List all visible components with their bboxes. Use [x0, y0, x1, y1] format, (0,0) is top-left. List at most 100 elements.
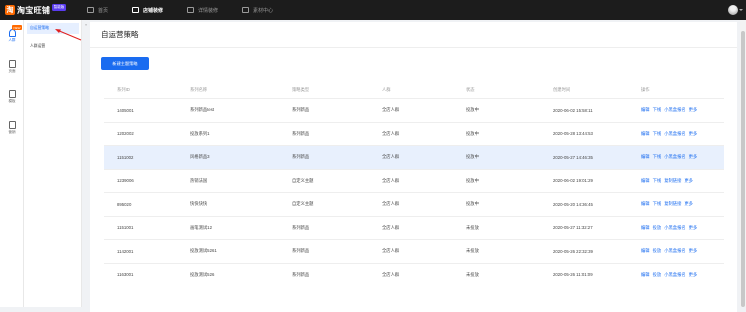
- action-link[interactable]: 更多: [684, 178, 693, 184]
- cell-crowd: 全店人群: [382, 224, 400, 230]
- cell-crowd: 全店人群: [382, 201, 400, 207]
- action-link[interactable]: 编辑: [641, 107, 650, 113]
- action-link[interactable]: 更多: [689, 154, 698, 160]
- rail-item-marketing[interactable]: 营销: [0, 121, 24, 135]
- action-link[interactable]: 投放: [653, 248, 662, 254]
- table-row[interactable]: 895020 快快快快 自定义主题 全店人群 投放中 2020-05-20 14:36:4…: [104, 192, 724, 216]
- table-header: 系列ID 系列名称 策略类型 人群 状态 创建时间 操作: [104, 81, 724, 98]
- cell-crowd: 全店人群: [382, 130, 400, 136]
- rail-label: 人群: [8, 38, 16, 42]
- subnav-item-crowd-operation[interactable]: 人群运营: [27, 41, 79, 52]
- cell-status: 投放中: [466, 154, 479, 160]
- cell-status: 投放中: [466, 177, 479, 183]
- home-icon: [87, 7, 94, 13]
- cell-time: 2020-05-26 11:01:09: [553, 272, 593, 278]
- topnav-material-center[interactable]: 素材中心: [242, 7, 273, 14]
- action-link[interactable]: 复制链接: [664, 201, 681, 207]
- action-link[interactable]: 更多: [689, 248, 698, 254]
- cell-time: 2020-05-27 14:46:35: [553, 154, 593, 160]
- action-link[interactable]: 复制链接: [664, 178, 681, 184]
- topnav-label: 首页: [98, 7, 109, 14]
- action-link[interactable]: 编辑: [641, 272, 650, 278]
- avatar[interactable]: [728, 5, 738, 15]
- cell-actions: 编辑 下线 小黑盒报名 更多: [641, 146, 700, 169]
- cell-time: 2020-05-27 11:32:27: [553, 225, 593, 231]
- action-link[interactable]: 更多: [689, 225, 698, 231]
- action-link[interactable]: 小黑盒报名: [664, 154, 685, 160]
- action-link[interactable]: 编辑: [641, 225, 650, 231]
- header-type: 策略类型: [292, 86, 310, 92]
- table-row[interactable]: 1239006 热销法国 自定义主题 全店人群 投放中 2020-06-02 19:01:…: [104, 168, 724, 193]
- cell-type: 系列新品: [292, 130, 310, 136]
- action-link[interactable]: 小黑盒报名: [664, 248, 685, 254]
- rail-item-crowd[interactable]: NEW 人群: [0, 25, 24, 43]
- action-link[interactable]: 更多: [689, 107, 698, 113]
- cell-status: 未投放: [466, 224, 479, 230]
- cell-crowd: 全店人群: [382, 107, 400, 113]
- action-link[interactable]: 更多: [689, 272, 698, 278]
- cell-crowd: 全店人群: [382, 154, 400, 160]
- table-row[interactable]: 1151001 画笔测试12 系列新品 全店人群 未投放 2020-05-27 11:32…: [104, 215, 724, 240]
- folder-icon: [242, 7, 250, 13]
- cell-name: 系列新品test: [190, 107, 215, 113]
- action-link[interactable]: 下线: [653, 178, 662, 184]
- topnav-label: 店铺装修: [143, 7, 164, 14]
- cell-id: 1239006: [117, 178, 134, 184]
- cell-type: 系列新品: [292, 107, 310, 113]
- cell-status: 未投放: [466, 271, 479, 277]
- new-strategy-button[interactable]: 新建主题策略: [101, 57, 149, 70]
- rail-item-page[interactable]: 页面: [0, 60, 24, 74]
- cell-actions: 编辑 投放 小黑盒报名 更多: [641, 240, 700, 263]
- topnav-label: 详情装修: [198, 7, 219, 14]
- logo-text: 淘宝旺铺: [17, 5, 51, 15]
- action-link[interactable]: 编辑: [641, 201, 650, 207]
- rail-item-template[interactable]: 模板: [0, 90, 24, 104]
- topnav-shop-decoration[interactable]: 店铺装修: [132, 7, 163, 14]
- action-link[interactable]: 小黑盒报名: [664, 272, 685, 278]
- cell-id: 1142001: [117, 248, 134, 254]
- cell-actions: 编辑 下线 小黑盒报名 更多: [641, 99, 700, 122]
- edition-badge: 智能版: [52, 3, 66, 11]
- cell-crowd: 全店人群: [382, 177, 400, 183]
- cell-id: 1151002: [117, 154, 134, 160]
- chevron-down-icon[interactable]: [739, 9, 743, 11]
- cell-name: 风格新品3: [190, 154, 210, 160]
- table-row[interactable]: 1151002 风格新品3 系列新品 全店人群 投放中 2020-05-27 14:46:…: [104, 145, 724, 169]
- action-link[interactable]: 下线: [653, 201, 662, 207]
- cell-time: 2020-06-02 19:01:29: [553, 178, 593, 184]
- action-link[interactable]: 投放: [653, 272, 662, 278]
- action-link[interactable]: 下线: [653, 154, 662, 160]
- cell-time: 2020-05-26 22:32:39: [553, 248, 593, 254]
- table-row[interactable]: 1405001 系列新品test 系列新品 全店人群 投放中 2020-06-02 15:…: [104, 98, 724, 122]
- table-row[interactable]: 1142001 投放测试5261 系列新品 全店人群 未投放 2020-05-26 22:…: [104, 239, 724, 263]
- action-link[interactable]: 小黑盒报名: [664, 107, 685, 113]
- action-link[interactable]: 投放: [653, 225, 662, 231]
- topnav-home[interactable]: 首页: [87, 7, 108, 14]
- action-link[interactable]: 下线: [653, 107, 662, 113]
- topnav-detail-decoration[interactable]: 详情装修: [187, 7, 218, 14]
- action-link[interactable]: 编辑: [641, 248, 650, 254]
- rail-label: 模板: [8, 99, 16, 103]
- new-badge: NEW: [12, 25, 22, 30]
- subnav-item-self-operation-strategy[interactable]: 自运营策略: [27, 23, 79, 34]
- action-link[interactable]: 小黑盒报名: [664, 225, 685, 231]
- cell-id: 895020: [117, 201, 132, 207]
- header-id: 系列ID: [117, 86, 130, 92]
- cell-id: 1202002: [117, 131, 134, 137]
- action-link[interactable]: 更多: [689, 131, 698, 137]
- scrollbar-thumb[interactable]: [741, 31, 745, 307]
- cell-time: 2020-06-02 15:58:11: [553, 107, 593, 113]
- collapse-arrow-icon[interactable]: «: [85, 22, 87, 27]
- action-link[interactable]: 更多: [684, 201, 693, 207]
- action-link[interactable]: 下线: [653, 131, 662, 137]
- table-row[interactable]: 1202002 投放系列1 系列新品 全店人群 投放中 2020-05-28 13:44:…: [104, 121, 724, 146]
- action-link[interactable]: 编辑: [641, 178, 650, 184]
- table-row[interactable]: 1163001 投放测试526 系列新品 全店人群 未投放 2020-05-26 11:0…: [104, 262, 724, 287]
- action-link[interactable]: 编辑: [641, 131, 650, 137]
- cell-actions: 编辑 投放 小黑盒报名 更多: [641, 217, 700, 240]
- app-logo[interactable]: 淘 淘宝旺铺 智能版: [5, 3, 87, 16]
- cell-id: 1163001: [117, 272, 134, 278]
- action-link[interactable]: 编辑: [641, 154, 650, 160]
- rail-label: 营销: [8, 130, 16, 134]
- action-link[interactable]: 小黑盒报名: [664, 131, 685, 137]
